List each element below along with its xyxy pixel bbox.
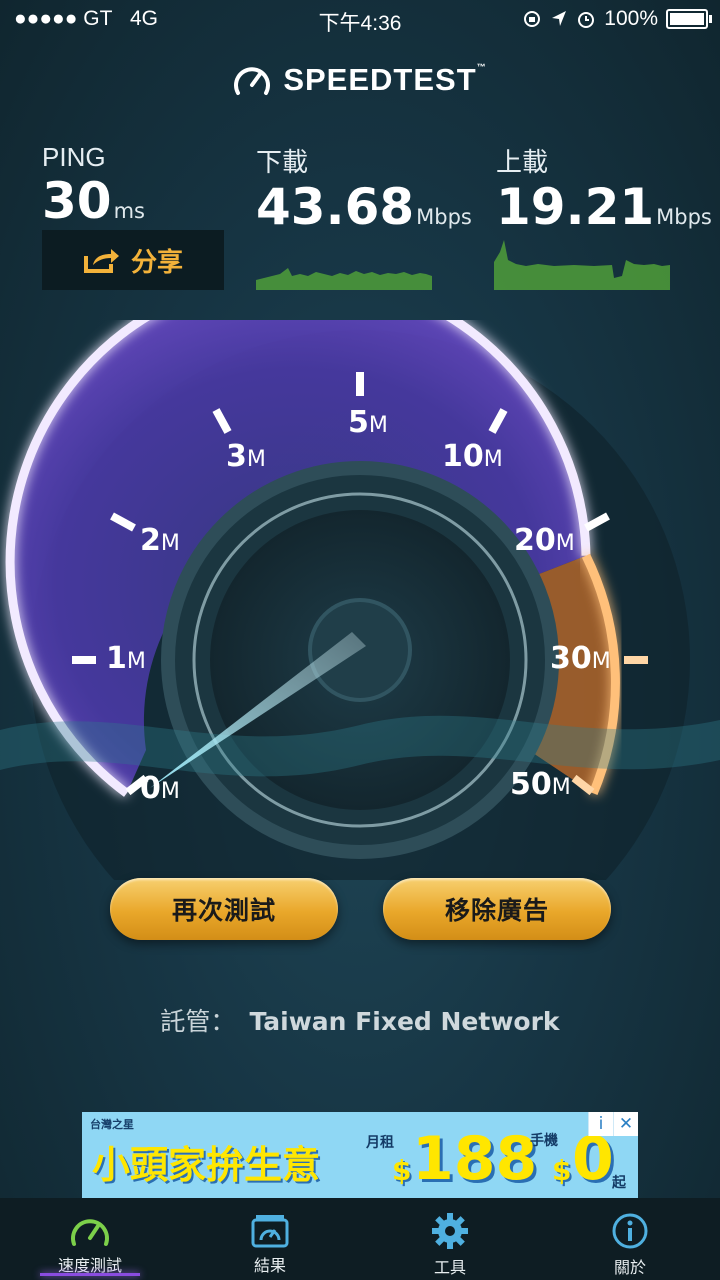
upload-unit: Mbps bbox=[656, 205, 712, 229]
status-right: 100% bbox=[522, 7, 712, 31]
app-title: SPEEDTEST™ bbox=[283, 62, 487, 97]
ping-metric: PING 30ms bbox=[42, 142, 145, 239]
remove-ads-button[interactable]: 移除廣告 bbox=[383, 878, 611, 940]
tab-tools-label: 工具 bbox=[433, 1258, 466, 1277]
ad-suffix: 起 bbox=[612, 1175, 626, 1191]
info-icon bbox=[612, 1213, 648, 1249]
retest-button[interactable]: 再次測試 bbox=[110, 878, 338, 940]
ad-headline: 小頭家拚生意 bbox=[92, 1143, 321, 1187]
app-header: SPEEDTEST™ bbox=[0, 62, 720, 98]
upload-value: 19.21Mbps bbox=[496, 178, 712, 236]
speed-gauge: 0M1M2M3M5M10M20M30M50M bbox=[0, 320, 720, 880]
ad-controls: i ✕ bbox=[588, 1112, 638, 1136]
ad-close-icon[interactable]: ✕ bbox=[613, 1112, 638, 1136]
alarm-icon bbox=[578, 12, 595, 28]
tab-about-label: 關於 bbox=[613, 1258, 646, 1277]
tab-speedtest-label: 速度測試 bbox=[57, 1256, 122, 1275]
share-button[interactable]: 分享 bbox=[42, 230, 224, 290]
tab-tools[interactable]: 工具 bbox=[360, 1198, 540, 1280]
ad-rent-label: 月租 bbox=[366, 1135, 394, 1151]
tab-speedtest[interactable]: 速度測試 bbox=[0, 1198, 180, 1280]
tab-results[interactable]: 結果 bbox=[180, 1198, 360, 1280]
tab-bar: 速度測試 結果 工具 關於 bbox=[0, 1198, 720, 1280]
ad-rent-currency: $ bbox=[392, 1154, 412, 1187]
upload-sparkline bbox=[494, 240, 670, 290]
speedtest-logo-icon bbox=[234, 67, 271, 95]
battery-icon bbox=[666, 9, 712, 29]
share-label: 分享 bbox=[130, 247, 183, 278]
status-bar: ●●●●● GT 4G 下午4:36 100% bbox=[0, 0, 720, 38]
gear-icon bbox=[432, 1213, 468, 1249]
upload-label: 上載 bbox=[496, 147, 549, 177]
download-unit: Mbps bbox=[416, 205, 472, 229]
host-value: Taiwan Fixed Network bbox=[249, 1007, 560, 1036]
tab-about[interactable]: 關於 bbox=[540, 1198, 720, 1280]
location-arrow-icon bbox=[552, 11, 567, 26]
ad-rent-price: 188 bbox=[412, 1124, 538, 1194]
ad-phone-currency: $ bbox=[552, 1154, 572, 1187]
rotation-lock-icon bbox=[524, 11, 541, 27]
upload-metric: 上載 19.21Mbps bbox=[496, 142, 712, 245]
ping-unit: ms bbox=[113, 199, 145, 223]
ad-brand: 台灣之星 bbox=[90, 1118, 134, 1131]
download-value: 43.68Mbps bbox=[256, 178, 472, 236]
gauge-hub bbox=[308, 598, 412, 702]
ad-banner[interactable]: 台灣之星 小頭家拚生意 月租 $ 188 手機 $ 0 起 i ✕ bbox=[82, 1112, 638, 1198]
download-metric: 下載 43.68Mbps bbox=[256, 142, 472, 245]
download-label: 下載 bbox=[256, 147, 309, 177]
ad-phone-label: 手機 bbox=[530, 1133, 558, 1149]
ping-label: PING bbox=[42, 142, 106, 172]
share-icon bbox=[83, 249, 119, 273]
speedometer-icon bbox=[71, 1219, 109, 1246]
host-info: 託管： Taiwan Fixed Network bbox=[0, 1002, 720, 1038]
ad-info-icon[interactable]: i bbox=[588, 1112, 613, 1136]
host-label: 託管： bbox=[160, 1007, 236, 1036]
battery-percent: 100% bbox=[604, 7, 658, 30]
results-box-icon bbox=[251, 1215, 289, 1248]
trademark: ™ bbox=[476, 62, 487, 72]
download-sparkline bbox=[256, 268, 432, 290]
tab-results-label: 結果 bbox=[253, 1256, 286, 1275]
